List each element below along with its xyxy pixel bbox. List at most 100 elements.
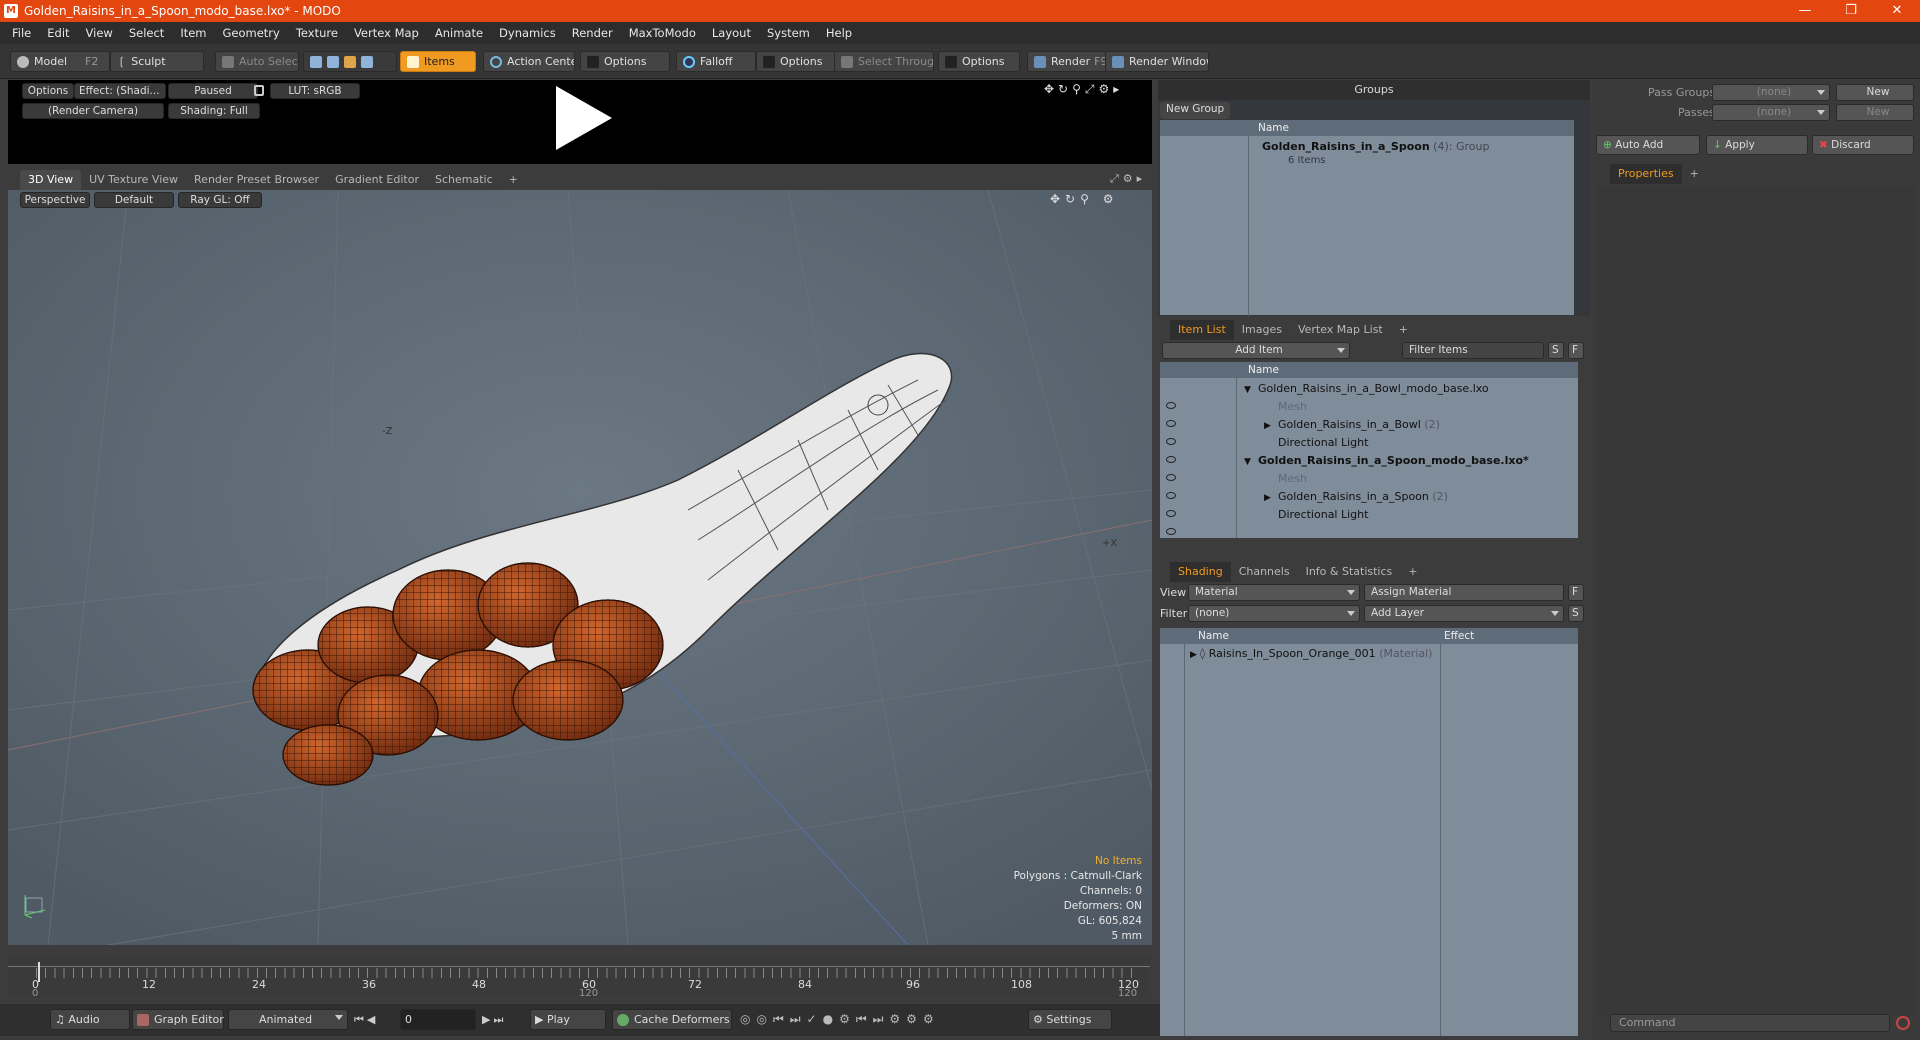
menu-vertex-map[interactable]: Vertex Map	[346, 26, 427, 40]
falloff-options-button[interactable]: Options	[756, 51, 836, 72]
preview-nav-icons[interactable]: ✥↻⚲⤢⚙▸	[1044, 82, 1123, 97]
add-tab-icon[interactable]: +	[1682, 164, 1707, 184]
expand-icon[interactable]: ▶	[1264, 489, 1278, 507]
play-icon[interactable]	[548, 84, 618, 154]
lut-dropdown[interactable]: LUT: sRGB	[270, 83, 360, 99]
graph-editor-button[interactable]: Graph Editor	[132, 1009, 224, 1030]
items-mode-button[interactable]: Items	[400, 51, 476, 72]
menu-help[interactable]: Help	[818, 26, 860, 40]
tab-images[interactable]: Images	[1234, 320, 1290, 340]
minimize-icon[interactable]: —	[1782, 0, 1828, 22]
vertices-mode-icon[interactable]	[310, 55, 322, 68]
render-button[interactable]: Render F9	[1027, 51, 1107, 72]
render-window-button[interactable]: Render Window	[1105, 51, 1209, 72]
discard-button[interactable]: ✖ Discard	[1812, 135, 1914, 155]
command-input[interactable]: Command	[1610, 1014, 1890, 1032]
new-pass-group-button[interactable]: New	[1836, 84, 1914, 101]
item-list-row[interactable]: ▶ Golden_Raisins_in_a_Bowl (2)	[1264, 416, 1440, 434]
transport-forward-icons[interactable]: ▶⏭	[482, 1013, 506, 1027]
visibility-eye-icon[interactable]	[1166, 420, 1176, 427]
camera-dropdown[interactable]: (Render Camera)	[22, 103, 164, 119]
item-list-row[interactable]: Mesh	[1264, 470, 1307, 488]
visibility-eye-icon[interactable]	[1166, 456, 1176, 463]
item-list-row[interactable]: Directional Light	[1264, 506, 1368, 524]
menu-geometry[interactable]: Geometry	[215, 26, 288, 40]
frame-input[interactable]: 0	[400, 1009, 476, 1030]
assign-material-button[interactable]: Assign Material	[1364, 584, 1564, 601]
auto-select-button[interactable]: Auto Select	[215, 51, 299, 72]
select-through-options-button[interactable]: Options	[938, 51, 1020, 72]
record-icon[interactable]	[1896, 1016, 1910, 1030]
menu-animate[interactable]: Animate	[427, 26, 491, 40]
lock-icon[interactable]	[254, 85, 264, 96]
menu-item[interactable]: Item	[172, 26, 214, 40]
menu-edit[interactable]: Edit	[39, 26, 77, 40]
new-group-button[interactable]: New Group	[1160, 102, 1230, 119]
play-button[interactable]: ▶ Play	[530, 1009, 606, 1030]
apply-button[interactable]: ↓ Apply	[1706, 135, 1808, 155]
expand-icon[interactable]: ▼	[1244, 381, 1258, 399]
tab-gradient-editor[interactable]: Gradient Editor	[327, 170, 427, 190]
shading-s-button[interactable]: S	[1568, 605, 1584, 622]
menu-layout[interactable]: Layout	[704, 26, 759, 40]
close-icon[interactable]: ✕	[1874, 0, 1920, 22]
animation-tool-icons[interactable]: ◎◎⏮⏭✓●⚙⏮⏭⚙⚙⚙	[740, 1012, 940, 1027]
add-item-dropdown[interactable]: Add Item	[1162, 342, 1350, 359]
animated-dropdown[interactable]: Animated	[228, 1009, 348, 1030]
3d-viewport[interactable]: Perspective Default Ray GL: Off ✥↻⚲ ⚙ -Z…	[8, 190, 1152, 945]
menu-texture[interactable]: Texture	[288, 26, 346, 40]
visibility-eye-icon[interactable]	[1166, 528, 1176, 535]
action-center-options-button[interactable]: Options	[580, 51, 670, 72]
item-list-row[interactable]: ▼ Golden_Raisins_in_a_Spoon_modo_base.lxo…	[1244, 452, 1529, 470]
visibility-eye-icon[interactable]	[1166, 510, 1176, 517]
tab-3d-view[interactable]: 3D View	[20, 170, 82, 190]
perspective-dropdown[interactable]: Perspective	[20, 192, 90, 208]
polygons-mode-icon[interactable]	[344, 55, 356, 68]
transport-back-icons[interactable]: ⏮◀	[354, 1013, 378, 1027]
action-center-button[interactable]: Action Center	[483, 51, 575, 72]
add-tab-icon[interactable]: +	[1400, 562, 1425, 582]
model-button[interactable]: Model F2	[10, 51, 110, 72]
menu-view[interactable]: View	[78, 26, 121, 40]
view-material-dropdown[interactable]: Material	[1188, 584, 1360, 601]
falloff-button[interactable]: Falloff	[676, 51, 756, 72]
expand-icon[interactable]: ▶	[1264, 417, 1278, 435]
settings-button[interactable]: ⚙ Settings	[1028, 1009, 1112, 1030]
item-list-row[interactable]: ▼ Golden_Raisins_in_a_Bowl_modo_base.lxo	[1244, 380, 1489, 398]
default-style-dropdown[interactable]: Default	[94, 192, 174, 208]
item-list-row[interactable]: Mesh	[1264, 398, 1307, 416]
expand-icon[interactable]: ▶	[1190, 650, 1200, 660]
expand-icon[interactable]: ▼	[1244, 453, 1258, 471]
menu-render[interactable]: Render	[564, 26, 621, 40]
filter-items-input[interactable]: Filter Items	[1402, 342, 1544, 359]
passes-dropdown[interactable]: (none)	[1712, 104, 1830, 121]
add-layer-dropdown[interactable]: Add Layer	[1364, 605, 1564, 622]
tab-vertex-map-list[interactable]: Vertex Map List	[1290, 320, 1391, 340]
add-tab-icon[interactable]: +	[1391, 320, 1416, 340]
visibility-eye-icon[interactable]	[1166, 492, 1176, 499]
material-row[interactable]: ▶ ◊ Raisins_In_Spoon_Orange_001 (Materia…	[1190, 645, 1432, 663]
viewport-panel-icons[interactable]: ⤢⚙▸	[1110, 172, 1146, 186]
visibility-eye-icon[interactable]	[1166, 438, 1176, 445]
tab-channels[interactable]: Channels	[1231, 562, 1298, 582]
preview-options-button[interactable]: Options	[22, 83, 74, 99]
filter-f-button[interactable]: F	[1568, 342, 1584, 359]
audio-button[interactable]: ♫ Audio	[50, 1009, 130, 1030]
cache-deformers-button[interactable]: Cache Deformers	[612, 1009, 732, 1030]
filter-s-button[interactable]: S	[1548, 342, 1564, 359]
add-tab-icon[interactable]: +	[501, 170, 526, 190]
tab-properties[interactable]: Properties	[1610, 164, 1682, 184]
menu-select[interactable]: Select	[121, 26, 172, 40]
preview-effect-dropdown[interactable]: Effect: (Shadi...	[74, 83, 166, 99]
shading-dropdown[interactable]: Shading: Full	[168, 103, 260, 119]
select-through-button[interactable]: Select Through	[834, 51, 934, 72]
filter-dropdown[interactable]: (none)	[1188, 605, 1360, 622]
item-list-row[interactable]: Directional Light	[1264, 434, 1368, 452]
tab-render-preset-browser[interactable]: Render Preset Browser	[186, 170, 327, 190]
sculpt-button[interactable]: ❲ Sculpt	[110, 51, 204, 72]
timeline[interactable]: 0 12 24 36 48 60 72 84 96 108 120 0 120 …	[8, 956, 1150, 999]
new-pass-button[interactable]: New	[1836, 104, 1914, 121]
menu-system[interactable]: System	[759, 26, 818, 40]
tab-shading[interactable]: Shading	[1170, 562, 1231, 582]
materials-mode-icon[interactable]	[361, 55, 373, 68]
